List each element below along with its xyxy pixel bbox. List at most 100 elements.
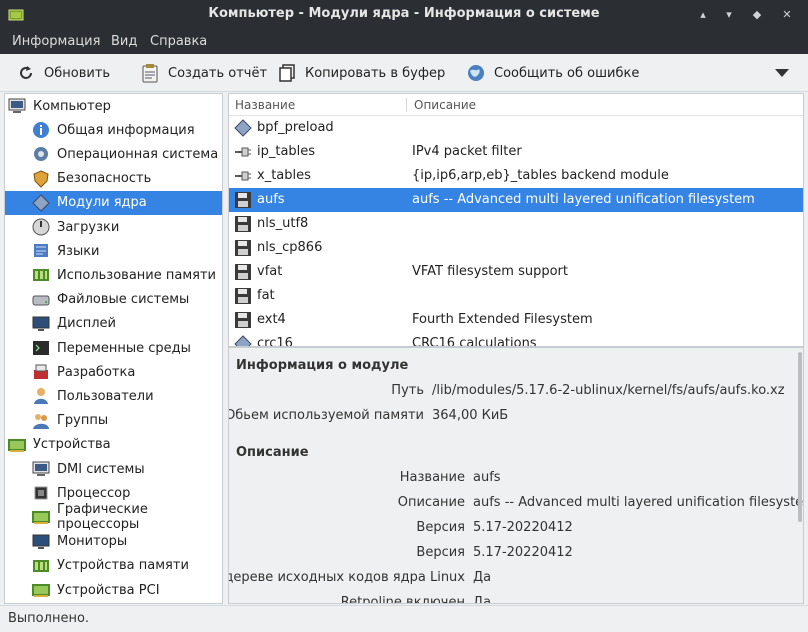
close-icon[interactable]: ✕	[778, 6, 796, 24]
memory-icon	[31, 265, 51, 285]
memory-label: Обьем используемой памяти	[228, 408, 424, 423]
menu-view[interactable]: Вид	[111, 34, 137, 49]
module-name: ext4	[257, 312, 286, 327]
module-row[interactable]: nls_utf8	[229, 212, 803, 236]
sidebar-item[interactable]: Безопасность	[5, 167, 222, 191]
sidebar-item[interactable]: Переменные среды	[5, 336, 222, 360]
details-pane: Информация о модуле Путь /lib/modules/5.…	[228, 347, 804, 604]
floppy-icon	[233, 214, 253, 234]
copy-label: Копировать в буфер	[305, 65, 446, 81]
sidebar-item[interactable]: Операционная система	[5, 142, 222, 166]
sidebar-item[interactable]: Устройства	[5, 433, 222, 457]
sidebar-item[interactable]: Модули ядра	[5, 190, 222, 215]
sidebar-item-label: Графические процессоры	[57, 502, 148, 533]
details-scrollbar[interactable]	[798, 352, 802, 522]
copy-icon	[279, 64, 295, 82]
detail-field-value: Да	[473, 595, 492, 604]
display-icon	[31, 532, 51, 552]
sidebar-item-label: DMI системы	[57, 461, 145, 477]
module-description: CRC16 calculations	[412, 336, 537, 347]
module-row[interactable]: nls_cp866	[229, 236, 803, 260]
column-header-description[interactable]: Описание	[414, 98, 476, 112]
status-bar: Выполнено.	[0, 605, 808, 632]
sidebar-item[interactable]: Мониторы	[5, 530, 222, 554]
module-name: aufs	[257, 192, 285, 207]
sidebar-item-label: Устройства	[33, 437, 111, 453]
restore-icon[interactable]: ▾	[720, 6, 738, 24]
report-button[interactable]: Создать отчёт	[140, 61, 267, 85]
module-icon	[233, 118, 253, 138]
refresh-icon	[20, 66, 32, 79]
sidebar-item[interactable]: Графические процессоры	[5, 502, 222, 533]
module-row[interactable]: vfat VFAT filesystem support	[229, 260, 803, 284]
module-name: bpf_preload	[257, 120, 334, 135]
bug-report-label: Сообщить об ошибке	[494, 65, 640, 81]
detail-field-label: Версия	[416, 545, 465, 560]
main-window: Компьютер - Модули ядра - Информация о с…	[0, 0, 808, 632]
sidebar-item-label: Использование памяти	[57, 267, 216, 283]
computer-icon	[31, 459, 51, 479]
module-row[interactable]: bpf_preload	[229, 116, 803, 140]
sidebar-item-label: Устройства памяти	[57, 558, 189, 574]
module-row[interactable]: aufs aufs -- Advanced multi layered unifi…	[229, 188, 803, 212]
bug-report-button[interactable]: Сообщить об ошибке	[466, 61, 639, 85]
plug-icon	[233, 142, 253, 162]
module-name: ip_tables	[257, 144, 316, 159]
sidebar-item-label: Компьютер	[33, 98, 111, 114]
floppy-icon	[233, 286, 253, 306]
refresh-button[interactable]: Обновить	[16, 61, 110, 85]
maximize-icon[interactable]: ◆	[748, 6, 766, 24]
sidebar-item-label: Группы	[57, 413, 109, 429]
detail-field-label: Название	[399, 470, 465, 485]
more-options-icon[interactable]	[773, 66, 791, 80]
sidebar-item[interactable]: Общая информация	[5, 118, 222, 142]
report-label: Создать отчёт	[168, 65, 268, 81]
module-row[interactable]: x_tables {ip,ip6,arp,eb}_tables backend m…	[229, 164, 803, 188]
plug-icon	[233, 166, 253, 186]
sidebar-item-label: Устройства PCI	[57, 582, 160, 598]
detail-field-value: 5.17-20220412	[473, 545, 573, 560]
sidebar-item-label: Общая информация	[57, 122, 195, 138]
display-icon	[31, 314, 51, 334]
sidebar-item[interactable]: Группы	[5, 409, 222, 433]
terminal-icon	[31, 338, 51, 358]
sidebar: Компьютер Общая информация Операционная си…	[4, 93, 223, 604]
status-text: Выполнено.	[8, 611, 90, 626]
module-row[interactable]: ext4 Fourth Extended Filesystem	[229, 308, 803, 332]
copy-button[interactable]: Копировать в буфер	[277, 61, 445, 85]
sidebar-item[interactable]: Использование памяти	[5, 263, 222, 287]
sidebar-item[interactable]: Устройства памяти	[5, 554, 222, 578]
detail-field-value: Да	[473, 570, 492, 585]
toolbar: Обновить Создать отчёт Копировать в буфе…	[0, 54, 808, 92]
column-divider[interactable]	[406, 98, 407, 112]
detail-field-value: aufs	[473, 470, 501, 485]
minimize-icon[interactable]: ▴	[694, 6, 712, 24]
board-icon	[31, 580, 51, 600]
sidebar-item[interactable]: DMI системы	[5, 457, 222, 481]
column-header-name[interactable]: Название	[235, 98, 295, 112]
sidebar-item[interactable]: Загрузки	[5, 215, 222, 239]
sidebar-item[interactable]: Языки	[5, 239, 222, 263]
sidebar-item[interactable]: Устройства PCI	[5, 578, 222, 602]
detail-field-label: Retpoline включен	[340, 595, 465, 604]
sidebar-item-label: Мониторы	[57, 534, 128, 550]
description-heading: Описание	[236, 445, 309, 460]
menu-help[interactable]: Справка	[150, 34, 207, 49]
sidebar-item[interactable]: Разработка	[5, 360, 222, 384]
sidebar-item[interactable]: Пользователи	[5, 384, 222, 408]
sidebar-item[interactable]: Компьютер	[5, 94, 222, 118]
path-label: Путь	[391, 383, 424, 398]
detail-field-label: Описание	[397, 495, 465, 510]
sidebar-item[interactable]: Файловые системы	[5, 288, 222, 312]
module-row[interactable]: ip_tables IPv4 packet filter	[229, 140, 803, 164]
sidebar-item-label: Безопасность	[57, 171, 152, 187]
sidebar-item-label: Файловые системы	[57, 292, 190, 308]
sidebar-item[interactable]: Дисплей	[5, 312, 222, 336]
menu-info[interactable]: Информация	[12, 34, 100, 49]
sidebar-item-label: Языки	[57, 243, 100, 259]
list-header: Название Описание	[229, 94, 803, 116]
title-bar: Компьютер - Модули ядра - Информация о с…	[0, 0, 808, 30]
module-row[interactable]: fat	[229, 284, 803, 308]
sidebar-item-label: Переменные среды	[57, 340, 191, 356]
module-row[interactable]: crc16 CRC16 calculations	[229, 332, 803, 347]
